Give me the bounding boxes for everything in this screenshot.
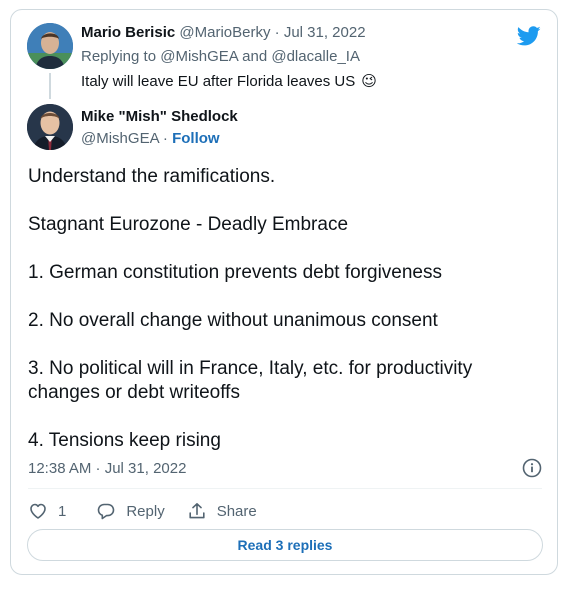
share-button[interactable]: Share bbox=[187, 501, 257, 521]
like-button[interactable]: 1 bbox=[28, 501, 66, 521]
tweet-actions: 1 Reply Share bbox=[28, 499, 257, 523]
share-label: Share bbox=[216, 502, 257, 520]
replying-to: Replying to @MishGEA and @dlacalle_IA bbox=[81, 48, 360, 65]
author-name[interactable]: Mike "Mish" Shedlock bbox=[81, 108, 238, 125]
parent-tweet-text: Italy will leave EU after Florida leaves… bbox=[81, 72, 377, 90]
tweet-paragraph: Stagnant Eurozone - Deadly Embrace bbox=[28, 214, 349, 235]
tweet-paragraph: 1. German constitution prevents debt for… bbox=[28, 262, 443, 283]
meta-separator: · bbox=[270, 24, 284, 41]
reply-button[interactable]: Reply bbox=[96, 501, 165, 521]
mention-link[interactable]: @MishGEA bbox=[160, 48, 238, 65]
tweet-paragraph: 4. Tensions keep rising bbox=[28, 430, 221, 451]
avatar[interactable] bbox=[27, 23, 73, 69]
replying-prefix: Replying to bbox=[81, 48, 161, 65]
read-replies-button[interactable]: Read 3 replies bbox=[27, 529, 543, 561]
tweet-text: Understand the ramifications. Stagnant E… bbox=[28, 165, 528, 453]
avatar[interactable] bbox=[27, 104, 73, 150]
tweet-paragraph: 2. No overall change without unanimous c… bbox=[28, 310, 438, 331]
tweet-card: Mario Berisic @MarioBerky · Jul 31, 2022… bbox=[10, 9, 558, 575]
tweet-paragraph: Understand the ramifications. bbox=[28, 166, 276, 187]
reply-label: Reply bbox=[126, 502, 165, 520]
twitter-bird-icon[interactable] bbox=[517, 24, 541, 48]
thread-line bbox=[49, 73, 51, 99]
author-name[interactable]: Mario Berisic bbox=[81, 24, 175, 41]
mention-link[interactable]: @dlacalle_IA bbox=[271, 48, 360, 65]
replying-and: and bbox=[237, 48, 272, 65]
winking-face-emoji: 😉 bbox=[361, 73, 377, 90]
author-handle[interactable]: @MishGEA bbox=[81, 130, 159, 147]
parent-tweet-header: Mario Berisic @MarioBerky · Jul 31, 2022 bbox=[81, 24, 366, 46]
parent-tweet-body: Italy will leave EU after Florida leaves… bbox=[81, 73, 356, 90]
speech-bubble-icon bbox=[96, 501, 116, 521]
meta-separator: · bbox=[158, 130, 173, 147]
follow-button[interactable]: Follow bbox=[172, 130, 220, 147]
main-tweet-handle-row: @MishGEA · Follow bbox=[81, 130, 220, 147]
share-upload-icon bbox=[187, 501, 207, 521]
heart-icon bbox=[28, 501, 48, 521]
divider bbox=[28, 488, 542, 489]
tweet-date[interactable]: Jul 31, 2022 bbox=[284, 24, 366, 41]
info-icon[interactable] bbox=[522, 458, 542, 478]
tweet-timestamp[interactable]: 12:38 AM · Jul 31, 2022 bbox=[28, 460, 186, 477]
tweet-paragraph: 3. No political will in France, Italy, e… bbox=[28, 358, 473, 403]
author-handle[interactable]: @MarioBerky bbox=[179, 24, 270, 41]
like-count: 1 bbox=[58, 502, 67, 520]
